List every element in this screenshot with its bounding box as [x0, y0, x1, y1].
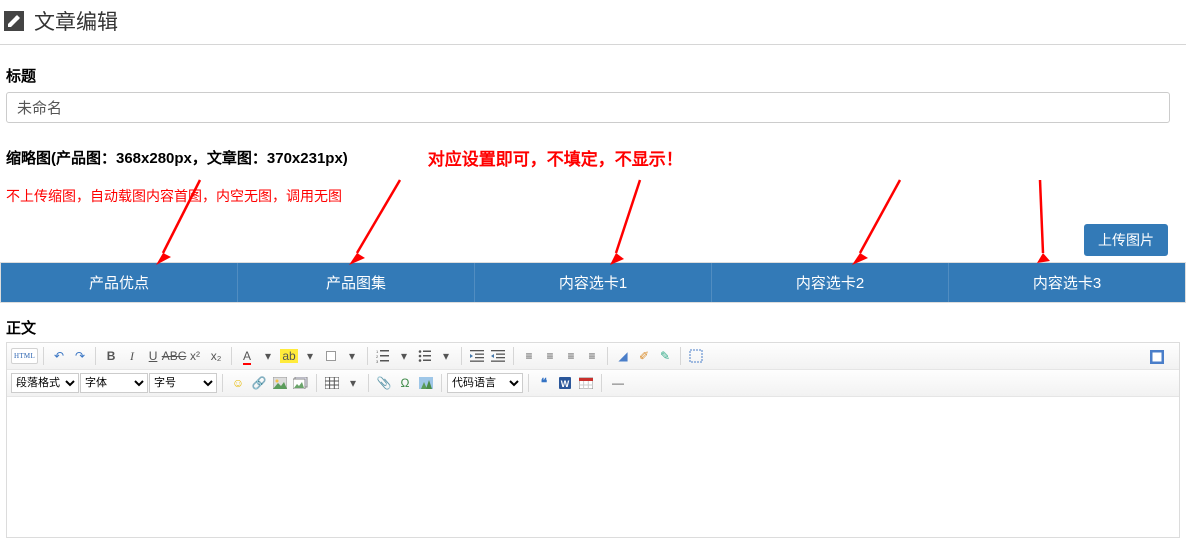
svg-text:W: W: [561, 379, 570, 389]
separator: [231, 347, 232, 365]
insert-image-group-button[interactable]: [291, 373, 311, 393]
font-color-dropdown[interactable]: ▾: [258, 346, 278, 366]
font-color-button[interactable]: A: [237, 346, 257, 366]
emoji-button[interactable]: ☺: [228, 373, 248, 393]
horizontal-rule-button[interactable]: —: [607, 373, 627, 393]
overlay-note: 对应设置即可，不填定，不显示！: [428, 145, 683, 170]
separator: [528, 374, 529, 392]
background-color-dropdown[interactable]: ▾: [342, 346, 362, 366]
fullscreen-button[interactable]: [1147, 347, 1167, 367]
rich-text-editor: HTML ↶ ↷ B I U ABC x² x₂ A ▾ ab ▾ ▾ 123 …: [6, 342, 1180, 538]
datetime-button[interactable]: [576, 373, 596, 393]
toolbar-row-2: 段落格式 字体 字号 ☺ 🔗 ▾ 📎 Ω 代码语言 ❝ W: [7, 370, 1179, 397]
toolbar-row-1: HTML ↶ ↷ B I U ABC x² x₂ A ▾ ab ▾ ▾ 123 …: [7, 343, 1179, 370]
align-right-button[interactable]: ≡: [561, 346, 581, 366]
unordered-list-button[interactable]: [415, 346, 435, 366]
page-header: 文章编辑: [0, 0, 1186, 45]
clear-format-button[interactable]: ✐: [634, 346, 654, 366]
align-center-button[interactable]: ≡: [540, 346, 560, 366]
separator: [316, 374, 317, 392]
tab-product-advantages[interactable]: 产品优点: [1, 263, 238, 302]
link-button[interactable]: 🔗: [249, 373, 269, 393]
select-all-button[interactable]: [686, 346, 706, 366]
media-button[interactable]: Ω: [395, 373, 415, 393]
outdent-button[interactable]: [467, 346, 487, 366]
title-label: 标题: [6, 65, 1186, 86]
separator: [461, 347, 462, 365]
separator: [441, 374, 442, 392]
upload-image-button[interactable]: 上传图片: [1084, 224, 1168, 256]
title-input[interactable]: [6, 92, 1170, 123]
background-color-button[interactable]: [321, 346, 341, 366]
editor-canvas[interactable]: [7, 397, 1179, 537]
tab-content-card-2[interactable]: 内容选卡2: [712, 263, 949, 302]
strikethrough-button[interactable]: ABC: [164, 346, 184, 366]
code-language-select[interactable]: 代码语言: [447, 373, 523, 393]
table-dropdown[interactable]: ▾: [343, 373, 363, 393]
subscript-button[interactable]: x₂: [206, 346, 226, 366]
format-brush-button[interactable]: ✎: [655, 346, 675, 366]
page-title: 文章编辑: [34, 6, 118, 36]
separator: [95, 347, 96, 365]
ordered-list-dropdown[interactable]: ▾: [394, 346, 414, 366]
redo-button[interactable]: ↷: [70, 346, 90, 366]
align-justify-button[interactable]: ≡: [582, 346, 602, 366]
indent-button[interactable]: [488, 346, 508, 366]
separator: [43, 347, 44, 365]
tabs-bar: 产品优点 产品图集 内容选卡1 内容选卡2 内容选卡3: [0, 262, 1186, 303]
word-paste-button[interactable]: W: [555, 373, 575, 393]
table-button[interactable]: [322, 373, 342, 393]
tab-content-card-1[interactable]: 内容选卡1: [475, 263, 712, 302]
source-html-button[interactable]: HTML: [11, 348, 38, 364]
map-button[interactable]: [416, 373, 436, 393]
tab-content-card-3[interactable]: 内容选卡3: [949, 263, 1185, 302]
separator: [368, 374, 369, 392]
thumbnail-row: 缩略图(产品图：368x280px，文章图：370x231px) 对应设置即可，…: [0, 145, 1186, 170]
highlight-dropdown[interactable]: ▾: [300, 346, 320, 366]
paragraph-format-select[interactable]: 段落格式: [11, 373, 79, 393]
unordered-list-dropdown[interactable]: ▾: [436, 346, 456, 366]
tab-product-gallery[interactable]: 产品图集: [238, 263, 475, 302]
ordered-list-button[interactable]: 123: [373, 346, 393, 366]
image-button[interactable]: [270, 373, 290, 393]
edit-icon: [4, 11, 24, 31]
separator: [222, 374, 223, 392]
eraser-format-button[interactable]: ◢: [613, 346, 633, 366]
svg-text:3: 3: [376, 359, 379, 363]
font-family-select[interactable]: 字体: [80, 373, 148, 393]
thumbnail-label: 缩略图(产品图：368x280px，文章图：370x231px): [6, 147, 348, 168]
separator: [513, 347, 514, 365]
quote-button[interactable]: ❝: [534, 373, 554, 393]
underline-button[interactable]: U: [143, 346, 163, 366]
attachment-button[interactable]: 📎: [374, 373, 394, 393]
separator: [367, 347, 368, 365]
thumbnail-subnote: 不上传缩图，自动载图内容首图，内空无图，调用无图: [6, 186, 1186, 206]
separator: [601, 374, 602, 392]
highlight-button[interactable]: ab: [279, 346, 299, 366]
bold-button[interactable]: B: [101, 346, 121, 366]
font-size-select[interactable]: 字号: [149, 373, 217, 393]
body-label: 正文: [6, 317, 1186, 338]
superscript-button[interactable]: x²: [185, 346, 205, 366]
align-left-button[interactable]: ≡: [519, 346, 539, 366]
separator: [607, 347, 608, 365]
italic-button[interactable]: I: [122, 346, 142, 366]
separator: [680, 347, 681, 365]
undo-button[interactable]: ↶: [49, 346, 69, 366]
